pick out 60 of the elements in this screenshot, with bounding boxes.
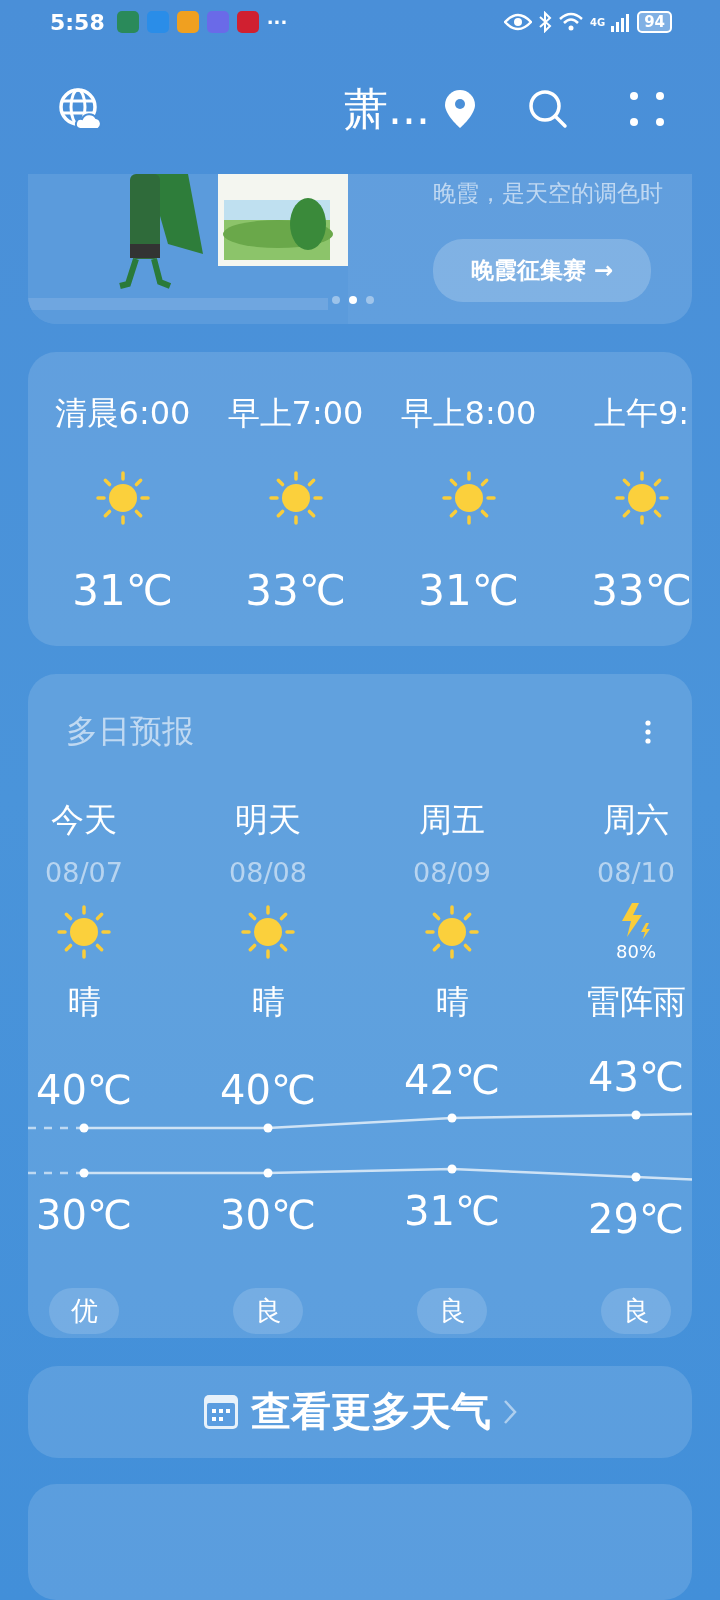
more-notifications: ··· bbox=[266, 11, 288, 33]
chevron-right-icon bbox=[503, 1398, 517, 1425]
low-temperature: 30℃ bbox=[36, 1191, 132, 1238]
day-date: 08/10 bbox=[597, 856, 675, 888]
hour-label: 上午9: bbox=[593, 393, 690, 435]
air-quality-badge: 优 bbox=[49, 1287, 119, 1334]
location-pin-icon[interactable] bbox=[444, 89, 476, 130]
day-name: 今天 bbox=[51, 798, 117, 841]
weather-condition: 晴 bbox=[435, 980, 469, 1023]
app-notification-icon bbox=[206, 11, 229, 34]
air-quality-badge: 良 bbox=[601, 1287, 671, 1334]
low-temperature: 31℃ bbox=[404, 1187, 500, 1234]
day-name: 周五 bbox=[419, 798, 485, 841]
battery-level: 94 bbox=[637, 11, 672, 34]
low-temperature: 29℃ bbox=[588, 1195, 684, 1242]
day-date: 08/07 bbox=[45, 856, 123, 888]
network-type: 4G bbox=[589, 16, 606, 28]
search-icon[interactable] bbox=[528, 89, 568, 130]
hour-label: 清晨6:00 bbox=[54, 393, 191, 435]
calendar-icon bbox=[203, 1393, 239, 1430]
signal-icon bbox=[611, 12, 632, 33]
app-notification-icon bbox=[146, 11, 169, 34]
carousel-dot[interactable] bbox=[366, 296, 374, 305]
carousel-dot[interactable] bbox=[349, 296, 357, 305]
card-title: 多日预报 bbox=[66, 710, 194, 752]
hour-temperature: 33℃ bbox=[245, 566, 346, 616]
high-temperature: 40℃ bbox=[36, 1066, 132, 1113]
weather-condition: 晴 bbox=[67, 980, 101, 1023]
hour-temperature: 33℃ bbox=[591, 566, 692, 616]
more-weather-button[interactable]: 查看更多天气 bbox=[28, 1365, 692, 1459]
clock: 5:58 bbox=[50, 9, 105, 35]
day-name: 明天 bbox=[235, 798, 301, 841]
day-date: 08/09 bbox=[413, 856, 491, 888]
high-temperature: 40℃ bbox=[220, 1066, 316, 1113]
precipitation-chance: 80% bbox=[616, 941, 656, 963]
air-quality-badge: 良 bbox=[233, 1287, 303, 1334]
wifi-icon bbox=[557, 12, 584, 33]
eye-icon bbox=[503, 13, 532, 32]
city-name[interactable]: 萧... bbox=[344, 79, 430, 139]
hour-label: 早上7:00 bbox=[227, 393, 364, 435]
day-name: 周六 bbox=[603, 798, 669, 841]
hour-label: 早上8:00 bbox=[400, 393, 537, 435]
weather-condition: 雷阵雨 bbox=[586, 980, 686, 1023]
carousel-dot[interactable] bbox=[332, 296, 340, 305]
app-notification-icon bbox=[176, 11, 199, 34]
low-temperature: 30℃ bbox=[220, 1191, 316, 1238]
contest-button[interactable]: 晚霞征集赛 → bbox=[433, 238, 652, 302]
high-temperature: 42℃ bbox=[404, 1056, 500, 1103]
app-notification-icon bbox=[236, 11, 259, 34]
bluetooth-icon bbox=[537, 11, 552, 34]
hour-temperature: 31℃ bbox=[418, 566, 519, 616]
menu-icon[interactable] bbox=[630, 92, 664, 127]
app-notification-icon bbox=[116, 11, 139, 34]
day-date: 08/08 bbox=[229, 856, 307, 888]
air-quality-badge: 良 bbox=[417, 1287, 487, 1334]
more-options-icon[interactable] bbox=[644, 718, 652, 745]
weather-condition: 晴 bbox=[251, 980, 285, 1023]
banner-caption: 晚霞，是天空的调色时 bbox=[433, 178, 663, 208]
hour-temperature: 31℃ bbox=[72, 566, 173, 616]
high-temperature: 43℃ bbox=[588, 1053, 684, 1100]
